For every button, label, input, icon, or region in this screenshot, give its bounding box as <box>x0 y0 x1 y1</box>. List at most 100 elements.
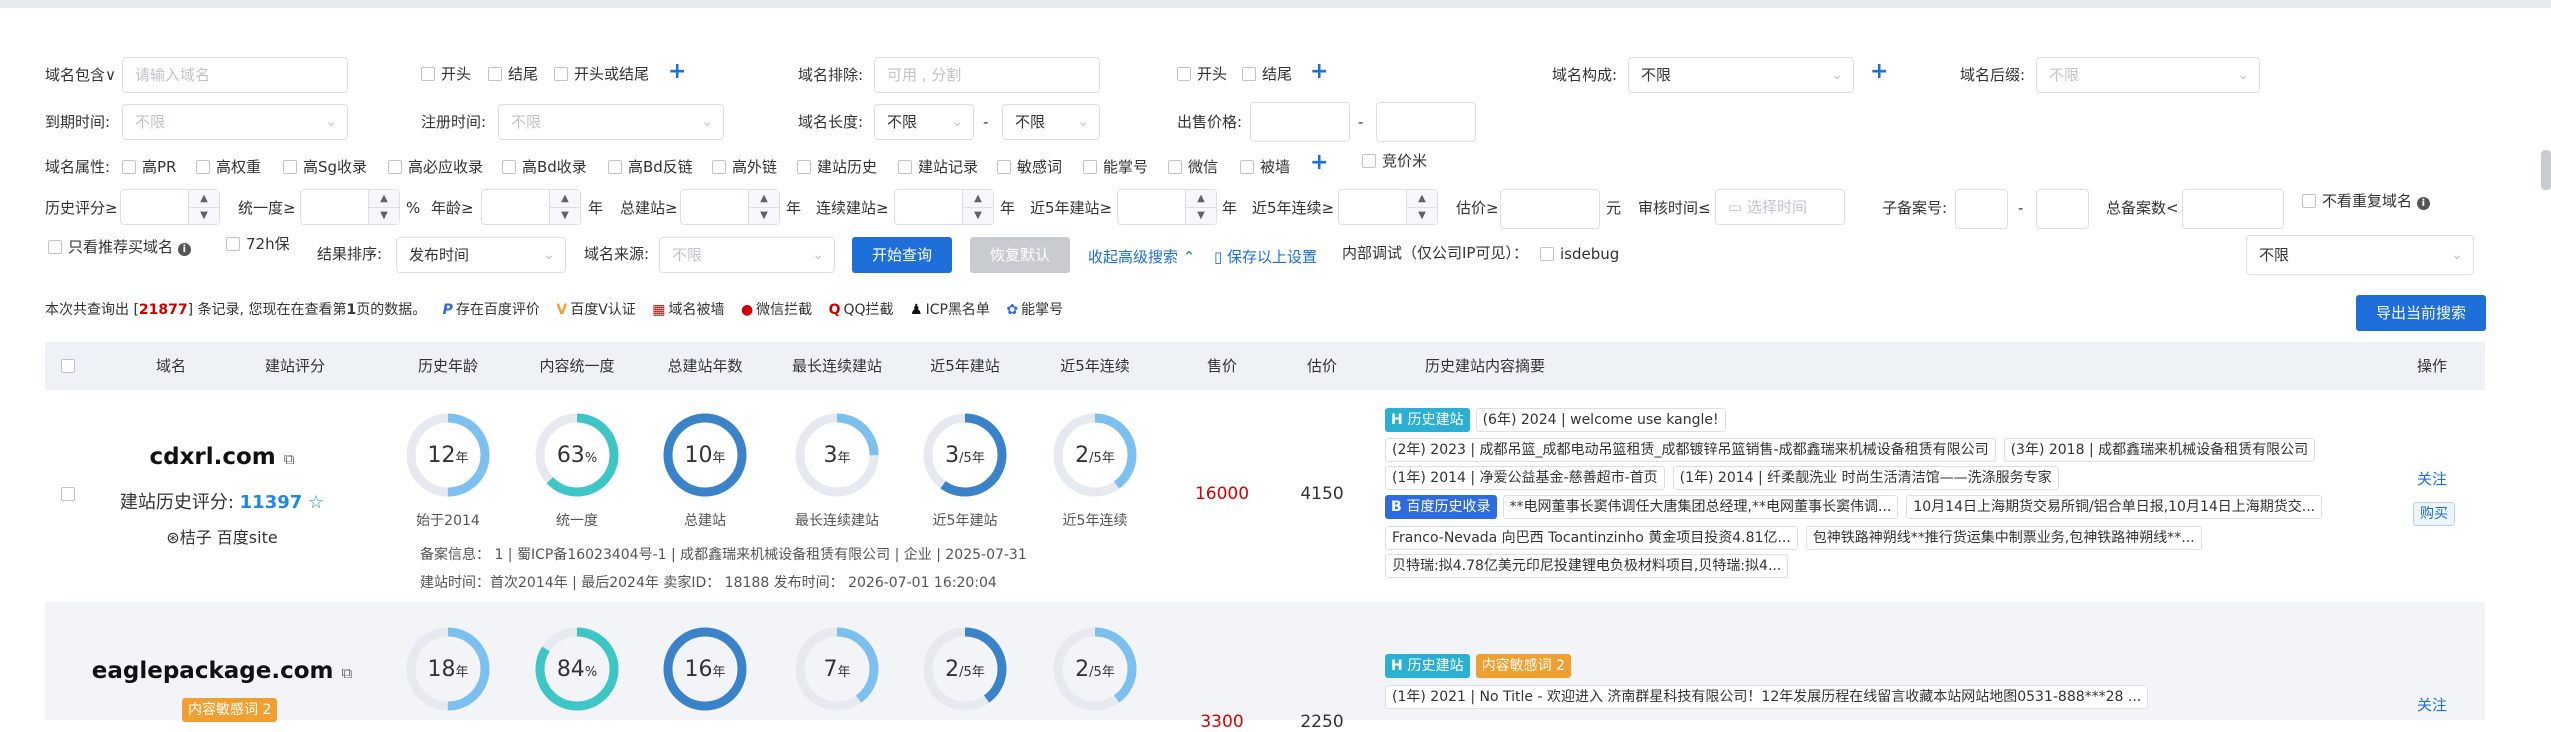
checkbox-box[interactable] <box>1177 66 1191 81</box>
domain-contains-input[interactable]: 请输入域名 <box>122 57 348 93</box>
attr-checkbox[interactable]: 建站历史 <box>797 156 877 178</box>
age-stepper[interactable]: ▲ ▼ <box>481 189 581 225</box>
stepper-controls[interactable]: ▲ ▼ <box>368 190 399 224</box>
domain-name[interactable]: cdxrl.com ⧉ <box>149 444 294 470</box>
suffix-select[interactable]: 不限 ⌄ <box>2036 57 2260 93</box>
domain-text[interactable]: eaglepackage.com <box>92 658 334 684</box>
copy-icon[interactable]: ⧉ <box>342 664 353 682</box>
stepper-down-icon[interactable]: ▼ <box>189 207 219 224</box>
checkbox-box[interactable] <box>2302 193 2316 208</box>
star-icon[interactable]: ☆ <box>308 492 324 513</box>
stepper-controls[interactable]: ▲ ▼ <box>188 190 219 224</box>
stepper-down-icon[interactable]: ▼ <box>749 207 779 224</box>
valuation-input[interactable] <box>1500 189 1600 229</box>
checkbox-box[interactable] <box>502 159 516 174</box>
checkbox-box[interactable] <box>554 66 568 81</box>
length-max-select[interactable]: 不限 ⌄ <box>1002 104 1100 140</box>
add-icon[interactable]: + <box>1310 152 1328 174</box>
buy-button[interactable]: 购买 <box>2413 502 2455 526</box>
stepper-up-icon[interactable]: ▲ <box>550 190 580 208</box>
sub-icp-min-input[interactable] <box>1955 189 2008 229</box>
checkbox-box[interactable] <box>1362 153 1376 168</box>
attr-checkbox[interactable]: 高权重 <box>196 156 261 178</box>
stepper-up-icon[interactable]: ▲ <box>1186 190 1216 208</box>
checkbox-start[interactable]: 开头 <box>421 63 471 85</box>
checkbox-box[interactable] <box>712 159 726 174</box>
attr-checkbox[interactable]: 高外链 <box>712 156 777 178</box>
collapse-advanced-link[interactable]: 收起高级搜索 ⌃ <box>1088 246 1195 268</box>
composition-select[interactable]: 不限 ⌄ <box>1628 57 1854 93</box>
follow-link[interactable]: 关注 <box>2417 468 2447 489</box>
info-icon[interactable]: i <box>2416 197 2430 210</box>
copy-icon[interactable]: ⧉ <box>284 450 295 468</box>
bid-checkbox[interactable]: 竞价米 <box>1362 150 1427 172</box>
total-sites-stepper[interactable]: ▲ ▼ <box>680 189 780 225</box>
stepper-down-icon[interactable]: ▼ <box>963 207 993 224</box>
checkbox-box[interactable] <box>1083 159 1097 174</box>
domain-text[interactable]: cdxrl.com <box>149 444 275 470</box>
stepper-down-icon[interactable]: ▼ <box>1407 207 1437 224</box>
sort-select[interactable]: 发布时间 ⌄ <box>396 237 566 273</box>
recommend-checkbox[interactable]: 只看推荐买域名 i <box>48 236 191 258</box>
reset-button[interactable]: 恢复默认 <box>970 237 1070 273</box>
consecutive-stepper[interactable]: ▲ ▼ <box>894 189 994 225</box>
checkbox-box[interactable] <box>1540 246 1554 261</box>
history-score-stepper[interactable]: ▲ ▼ <box>120 189 220 225</box>
stepper-up-icon[interactable]: ▲ <box>749 190 779 208</box>
checkbox-box[interactable] <box>608 159 622 174</box>
stepper-controls[interactable]: ▲ ▼ <box>748 190 779 224</box>
review-time-picker[interactable]: ▭ 选择时间 <box>1715 189 1845 225</box>
add-icon[interactable]: + <box>1310 61 1328 83</box>
save-settings-link[interactable]: ▯ 保存以上设置 <box>1214 246 1317 268</box>
attr-checkbox[interactable]: 高必应收录 <box>388 156 483 178</box>
checkbox-box[interactable] <box>997 159 1011 174</box>
register-select[interactable]: 不限 ⌄ <box>498 104 724 140</box>
checkbox-box[interactable] <box>488 66 502 81</box>
row-checkbox[interactable] <box>61 487 75 501</box>
checkbox-box[interactable] <box>196 159 210 174</box>
checkbox-exclude-end[interactable]: 结尾 <box>1242 63 1292 85</box>
attr-checkbox[interactable]: 被墙 <box>1240 156 1290 178</box>
stepper-down-icon[interactable]: ▼ <box>369 207 399 224</box>
price-max-input[interactable] <box>1376 102 1476 142</box>
checkbox-box[interactable] <box>283 159 297 174</box>
stepper-controls[interactable]: ▲ ▼ <box>549 190 580 224</box>
checkbox-box[interactable] <box>797 159 811 174</box>
stepper-controls[interactable]: ▲ ▼ <box>1185 190 1216 224</box>
total-icp-input[interactable] <box>2182 189 2284 229</box>
attr-checkbox[interactable]: 敏感词 <box>997 156 1062 178</box>
stepper-controls[interactable]: ▲ ▼ <box>962 190 993 224</box>
add-icon[interactable]: + <box>1870 61 1888 83</box>
stepper-up-icon[interactable]: ▲ <box>963 190 993 208</box>
export-button[interactable]: 导出当前搜索 <box>2356 295 2486 331</box>
stepper-up-icon[interactable]: ▲ <box>369 190 399 208</box>
isdebug-checkbox[interactable]: isdebug <box>1540 243 1619 265</box>
scrollbar-thumb[interactable] <box>2541 150 2551 190</box>
recent5-consec-stepper[interactable]: ▲ ▼ <box>1338 189 1438 225</box>
sub-icp-max-input[interactable] <box>2036 189 2089 229</box>
checkbox-box[interactable] <box>48 239 62 254</box>
domain-exclude-input[interactable]: 可用 , 分割 <box>874 57 1100 93</box>
source-select[interactable]: 不限 ⌄ <box>659 237 835 273</box>
checkbox-end[interactable]: 结尾 <box>488 63 538 85</box>
stepper-up-icon[interactable]: ▲ <box>189 190 219 208</box>
checkbox-box[interactable] <box>388 159 402 174</box>
unity-stepper[interactable]: ▲ ▼ <box>300 189 400 225</box>
right-select[interactable]: 不限 ⌄ <box>2246 235 2474 275</box>
checkbox-box[interactable] <box>1240 159 1254 174</box>
stepper-controls[interactable]: ▲ ▼ <box>1406 190 1437 224</box>
info-icon[interactable]: i <box>177 243 191 256</box>
checkbox-box[interactable] <box>1242 66 1256 81</box>
attr-checkbox[interactable]: 高PR <box>122 156 176 178</box>
checkbox-box[interactable] <box>1168 159 1182 174</box>
checkbox-box[interactable] <box>122 159 136 174</box>
recent5-stepper[interactable]: ▲ ▼ <box>1117 189 1217 225</box>
stepper-down-icon[interactable]: ▼ <box>550 207 580 224</box>
attr-checkbox[interactable]: 能掌号 <box>1083 156 1148 178</box>
length-min-select[interactable]: 不限 ⌄ <box>874 104 974 140</box>
checkbox-box[interactable] <box>898 159 912 174</box>
search-button[interactable]: 开始查询 <box>852 237 952 273</box>
no-dup-checkbox[interactable]: 不看重复域名 i <box>2302 190 2430 212</box>
domain-contains-label[interactable]: 域名包含∨ <box>45 64 116 86</box>
checkbox-box[interactable] <box>226 236 240 251</box>
